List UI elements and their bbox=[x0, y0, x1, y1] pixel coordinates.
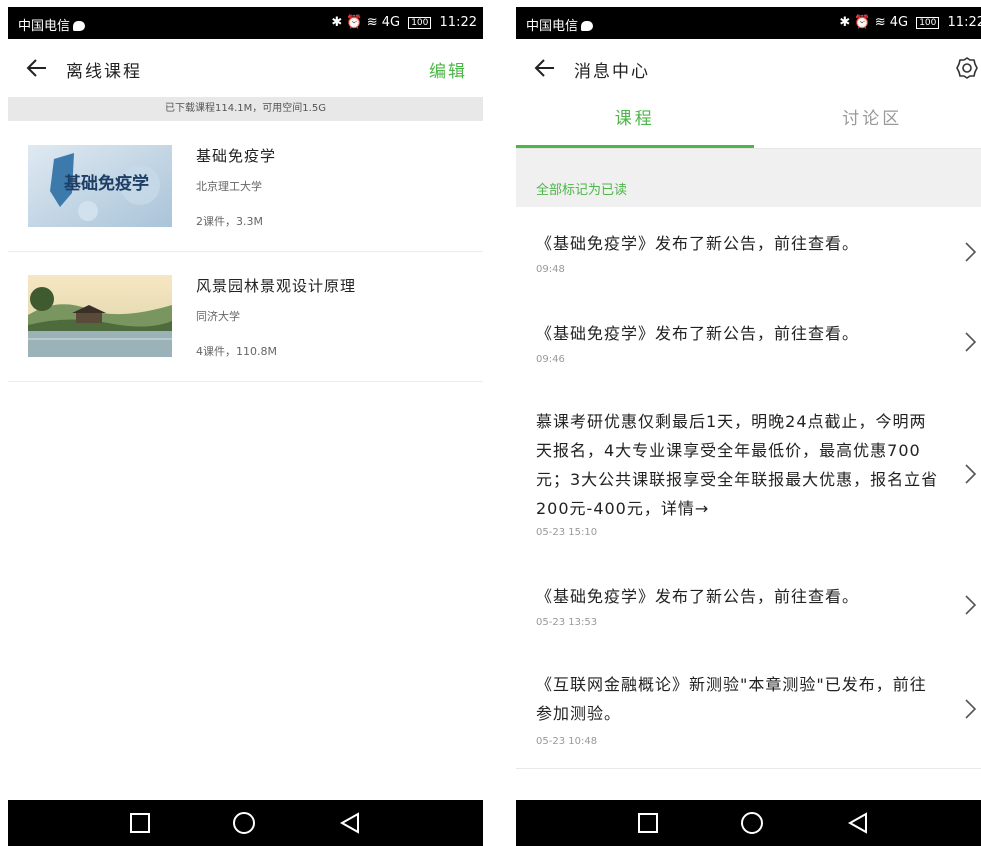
status-bar: 中国电信 ✱ ⏰ ≋ 4G 100 11:22 bbox=[516, 7, 981, 39]
system-nav-bar bbox=[8, 800, 483, 846]
chevron-right-icon bbox=[965, 699, 977, 719]
settings-gear-icon[interactable] bbox=[955, 56, 979, 80]
course-university: 同济大学 bbox=[196, 310, 240, 323]
message-text: 《基础免疫学》发布了新公告，前往查看。 bbox=[536, 324, 860, 343]
mark-all-read-bar: 全部标记为已读 bbox=[516, 149, 981, 207]
status-indicator-icons: ✱ ⏰ ≋ 4G bbox=[331, 15, 401, 30]
title-bar: 消息中心 bbox=[516, 39, 981, 97]
message-time: 09:48 bbox=[536, 264, 565, 275]
chevron-right-icon bbox=[965, 332, 977, 352]
message-time: 09:46 bbox=[536, 354, 565, 365]
message-bubble-icon bbox=[73, 21, 86, 31]
message-time: 05-23 13:53 bbox=[536, 617, 598, 628]
message-text: 《基础免疫学》发布了新公告，前往查看。 bbox=[536, 234, 860, 253]
message-bubble-icon bbox=[581, 21, 594, 31]
course-name: 基础免疫学 bbox=[196, 147, 277, 165]
tab-courses[interactable]: 课程 bbox=[516, 97, 754, 149]
nav-home-icon[interactable] bbox=[740, 811, 764, 835]
thumbnail-title: 基础免疫学 bbox=[63, 173, 149, 194]
tab-bar: 课程 讨论区 bbox=[516, 97, 981, 149]
nav-back-icon[interactable] bbox=[338, 811, 362, 835]
course-item[interactable]: 风景园林景观设计原理 同济大学 4课件，110.8M bbox=[8, 251, 483, 382]
message-item[interactable]: 《基础免疫学》发布了新公告，前往查看。 09:48 bbox=[516, 207, 981, 298]
back-arrow-icon[interactable] bbox=[532, 55, 558, 81]
message-item[interactable]: 《互联网金融概论》新测验"本章测验"已发布，前往参加测验。 05-23 10:4… bbox=[516, 650, 981, 769]
battery-icon: 100 bbox=[916, 17, 940, 29]
course-size-info: 2课件，3.3M bbox=[196, 215, 263, 228]
system-nav-bar bbox=[516, 800, 981, 846]
status-bar: 中国电信 ✱ ⏰ ≋ 4G 100 11:22 bbox=[8, 7, 483, 39]
message-item[interactable]: 慕课考研优惠仅剩最后1天，明晚24点截止，今明两天报名，4大专业课享受全年最低价… bbox=[516, 387, 981, 561]
status-icons: ✱ ⏰ ≋ 4G 100 11:22 bbox=[327, 15, 477, 30]
message-item[interactable]: 《基础免疫学》发布了新公告，前往查看。 09:46 bbox=[516, 297, 981, 388]
tab-discussion[interactable]: 讨论区 bbox=[754, 97, 981, 149]
course-name: 风景园林景观设计原理 bbox=[196, 277, 357, 295]
clock: 11:22 bbox=[947, 15, 981, 30]
message-text: 《基础免疫学》发布了新公告，前往查看。 bbox=[536, 587, 860, 606]
nav-home-icon[interactable] bbox=[232, 811, 256, 835]
course-item[interactable]: 基础免疫学 基础免疫学 北京理工大学 2课件，3.3M bbox=[8, 121, 483, 252]
nav-back-icon[interactable] bbox=[846, 811, 870, 835]
message-text: 《互联网金融概论》新测验"本章测验"已发布，前往参加测验。 bbox=[536, 675, 927, 723]
page-title: 消息中心 bbox=[574, 62, 650, 82]
title-bar: 离线课程 编辑 bbox=[8, 39, 483, 97]
clock: 11:22 bbox=[439, 15, 477, 30]
message-time: 05-23 15:10 bbox=[536, 527, 598, 538]
page-title: 离线课程 bbox=[66, 62, 142, 82]
course-thumbnail: 基础免疫学 bbox=[28, 145, 172, 227]
mark-all-read-button[interactable]: 全部标记为已读 bbox=[536, 179, 627, 198]
message-center-screen: 中国电信 ✱ ⏰ ≋ 4G 100 11:22 消息中心 课程 讨论区 全部标记… bbox=[516, 7, 981, 846]
chevron-right-icon bbox=[965, 595, 977, 615]
chevron-right-icon bbox=[965, 464, 977, 484]
battery-icon: 100 bbox=[408, 17, 432, 29]
storage-info: 已下载课程114.1M，可用空间1.5G bbox=[8, 97, 483, 121]
carrier-label: 中国电信 bbox=[526, 15, 594, 34]
course-thumbnail bbox=[28, 275, 172, 357]
status-icons: ✱ ⏰ ≋ 4G 100 11:22 bbox=[835, 15, 981, 30]
nav-recent-icon[interactable] bbox=[636, 811, 660, 835]
message-text: 慕课考研优惠仅剩最后1天，明晚24点截止，今明两天报名，4大专业课享受全年最低价… bbox=[536, 412, 939, 518]
message-item[interactable]: 《基础免疫学》发布了新公告，前往查看。 05-23 13:53 bbox=[516, 560, 981, 651]
offline-courses-screen: 中国电信 ✱ ⏰ ≋ 4G 100 11:22 离线课程 编辑 已下载课程114… bbox=[8, 7, 483, 846]
carrier-label: 中国电信 bbox=[18, 15, 86, 34]
course-size-info: 4课件，110.8M bbox=[196, 345, 277, 358]
back-arrow-icon[interactable] bbox=[24, 55, 50, 81]
nav-recent-icon[interactable] bbox=[128, 811, 152, 835]
status-indicator-icons: ✱ ⏰ ≋ 4G bbox=[839, 15, 909, 30]
message-time: 05-23 10:48 bbox=[536, 736, 598, 747]
chevron-right-icon bbox=[965, 242, 977, 262]
edit-button[interactable]: 编辑 bbox=[429, 57, 467, 82]
course-university: 北京理工大学 bbox=[196, 180, 262, 193]
